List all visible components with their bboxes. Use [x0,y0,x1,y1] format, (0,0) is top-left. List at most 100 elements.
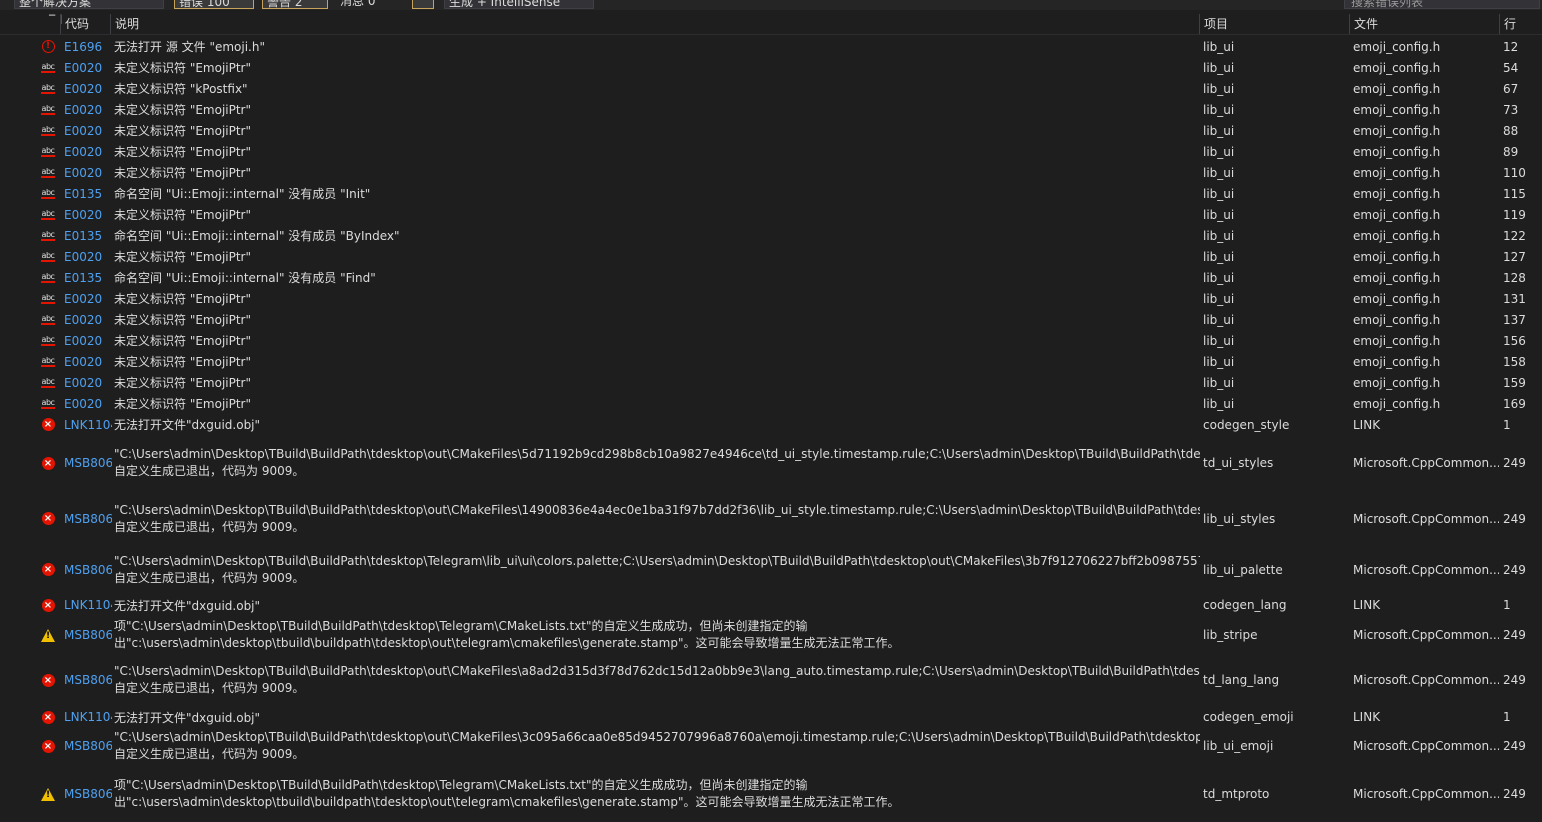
error-row[interactable]: abc E0020 未定义标识符 "EmojiPtr" lib_ui emoji_con… [0,57,1542,78]
spell-error-icon: abc [40,62,56,73]
build-mode-dropdown[interactable]: 生成 + IntelliSense [444,0,594,9]
error-row[interactable]: abc E0020 未定义标识符 "EmojiPtr" lib_ui emoji_con… [0,99,1542,120]
code-cell[interactable]: E0020 [64,288,112,309]
header-file[interactable]: 文件 [1349,14,1499,34]
spell-error-icon: abc [40,335,56,346]
severity-cell: abc [40,162,56,183]
error-row[interactable]: abc E0020 未定义标识符 "EmojiPtr" lib_ui emoji_con… [0,204,1542,225]
sort-icon[interactable]: ▔▕ [49,16,61,26]
code-cell[interactable]: E0020 [64,141,112,162]
header-description[interactable]: 说明 [110,14,1200,34]
project-cell: codegen_emoji [1203,710,1294,724]
error-row[interactable]: × LNK1104无法打开文件"dxguid.obj" codegen_lang LI… [0,593,1542,617]
code-cell[interactable]: E0020 [64,78,112,99]
line-cell: 169 [1503,396,1526,411]
code-cell[interactable]: E0020 [64,120,112,141]
error-row[interactable]: × MSB8066"C:\Users\admin\Desktop\TBuild\B… [0,491,1542,546]
error-row[interactable]: ! MSB8065项"C:\Users\admin\Desktop\TBuild\… [0,617,1542,653]
code-cell[interactable]: MSB8065 [64,617,112,653]
code-cell[interactable]: E0020 [64,204,112,225]
project-cell: lib_ui [1203,186,1235,201]
header-line[interactable]: 行 [1499,14,1542,34]
severity-cell: abc [40,204,56,225]
error-row[interactable]: × MSB8066"C:\Users\admin\Desktop\TBuild\B… [0,653,1542,707]
error-row[interactable]: abc E0020 未定义标识符 "EmojiPtr" lib_ui emoji_con… [0,288,1542,309]
code-cell[interactable]: E0020 [64,162,112,183]
code-cell[interactable]: E0020 [64,57,112,78]
error-row[interactable]: × MSB8066"C:\Users\admin\Desktop\TBuild\B… [0,726,1542,766]
severity-cell: × [40,653,56,707]
header-code[interactable]: 代码 [60,14,110,34]
error-row[interactable]: abc E0135 命名空间 "Ui::Emoji::internal" 没有成员 … [0,267,1542,288]
error-row[interactable]: ! MSB8065项"C:\Users\admin\Desktop\TBuild\… [0,766,1542,822]
file-cell: emoji_config.h [1353,186,1441,201]
filter-icon[interactable] [412,0,434,9]
project-cell: lib_ui [1203,333,1235,348]
scope-label: 整个解决方案 [19,0,92,9]
description-cell: 命名空间 "Ui::Emoji::internal" 没有成员 "Find" [114,271,376,285]
spell-error-icon: abc [40,398,56,409]
code-cell[interactable]: E1696 [64,36,112,57]
header-line-label: 行 [1504,17,1517,31]
file-cell: emoji_config.h [1353,249,1441,264]
errors-filter-toggle[interactable]: 错误 100 [174,0,254,9]
severity-cell: abc [40,246,56,267]
code-cell[interactable]: MSB8066 [64,491,112,546]
code-cell[interactable]: E0020 [64,246,112,267]
code-cell[interactable]: LNK1104 [64,708,112,726]
file-cell: emoji_config.h [1353,312,1441,327]
file-cell: emoji_config.h [1353,39,1441,54]
code-cell[interactable]: E0020 [64,330,112,351]
error-row[interactable]: ! E1696 无法打开 源 文件 "emoji.h" lib_ui emoji_con… [0,36,1542,57]
header-code-label: 代码 [65,17,90,31]
severity-cell: ! [40,617,56,653]
description-cell: 命名空间 "Ui::Emoji::internal" 没有成员 "ByIndex… [114,229,400,243]
messages-filter-toggle[interactable]: 消息 0 [340,0,404,9]
code-cell[interactable]: LNK1104 [64,414,112,435]
code-cell[interactable]: MSB8065 [64,766,112,822]
scope-dropdown[interactable]: 整个解决方案 [14,0,164,9]
severity-cell: abc [40,267,56,288]
error-row[interactable]: abc E0135 命名空间 "Ui::Emoji::internal" 没有成员 … [0,225,1542,246]
error-row[interactable]: abc E0020 未定义标识符 "EmojiPtr" lib_ui emoji_con… [0,309,1542,330]
code-cell[interactable]: E0020 [64,351,112,372]
error-row[interactable]: abc E0020 未定义标识符 "EmojiPtr" lib_ui emoji_con… [0,372,1542,393]
error-row[interactable]: abc E0020 未定义标识符 "EmojiPtr" lib_ui emoji_con… [0,330,1542,351]
error-row[interactable]: × MSB8066"C:\Users\admin\Desktop\TBuild\B… [0,436,1542,490]
spell-error-icon: abc [40,377,56,388]
file-cell: Microsoft.CppCommon... [1353,562,1499,577]
code-cell[interactable]: E0135 [64,183,112,204]
code-cell[interactable]: MSB8066 [64,653,112,707]
error-row[interactable]: abc E0020 未定义标识符 "EmojiPtr" lib_ui emoji_con… [0,393,1542,414]
error-row[interactable]: × LNK1104无法打开文件"dxguid.obj" codegen_style L… [0,414,1542,435]
error-row[interactable]: abc E0135 命名空间 "Ui::Emoji::internal" 没有成员 … [0,183,1542,204]
severity-cell: × [40,547,56,592]
warnings-filter-toggle[interactable]: 警告 2 [262,0,328,9]
error-row[interactable]: abc E0020 未定义标识符 "EmojiPtr" lib_ui emoji_con… [0,141,1542,162]
error-row[interactable]: abc E0020 未定义标识符 "EmojiPtr" lib_ui emoji_con… [0,351,1542,372]
code-cell[interactable]: MSB8066 [64,547,112,592]
code-cell[interactable]: E0020 [64,99,112,120]
code-cell[interactable]: E0020 [64,309,112,330]
error-row[interactable]: × LNK1104无法打开文件"dxguid.obj" codegen_emoji L… [0,708,1542,726]
description-cell: 未定义标识符 "EmojiPtr" [114,166,252,180]
error-row[interactable]: abc E0020 未定义标识符 "EmojiPtr" lib_ui emoji_con… [0,120,1542,141]
code-cell[interactable]: E0135 [64,225,112,246]
code-cell[interactable]: MSB8066 [64,726,112,766]
code-cell[interactable]: LNK1104 [64,593,112,617]
error-row[interactable]: abc E0020 未定义标识符 "EmojiPtr" lib_ui emoji_con… [0,246,1542,267]
code-cell[interactable]: E0135 [64,267,112,288]
severity-cell: abc [40,225,56,246]
header-project[interactable]: 项目 [1199,14,1349,34]
file-cell: Microsoft.CppCommon... [1353,739,1499,753]
error-row[interactable]: abc E0020 未定义标识符 "EmojiPtr" lib_ui emoji_con… [0,162,1542,183]
code-cell[interactable]: E0020 [64,372,112,393]
project-cell: codegen_style [1203,417,1290,432]
code-cell[interactable]: E0020 [64,393,112,414]
search-input[interactable]: 搜索错误列表 [1344,0,1540,9]
file-cell: emoji_config.h [1353,207,1441,222]
file-cell: emoji_config.h [1353,291,1441,306]
code-cell[interactable]: MSB8066 [64,436,112,490]
error-row[interactable]: × MSB8066"C:\Users\admin\Desktop\TBuild\B… [0,547,1542,592]
error-row[interactable]: abc E0020 未定义标识符 "kPostfix" lib_ui emoji_con… [0,78,1542,99]
